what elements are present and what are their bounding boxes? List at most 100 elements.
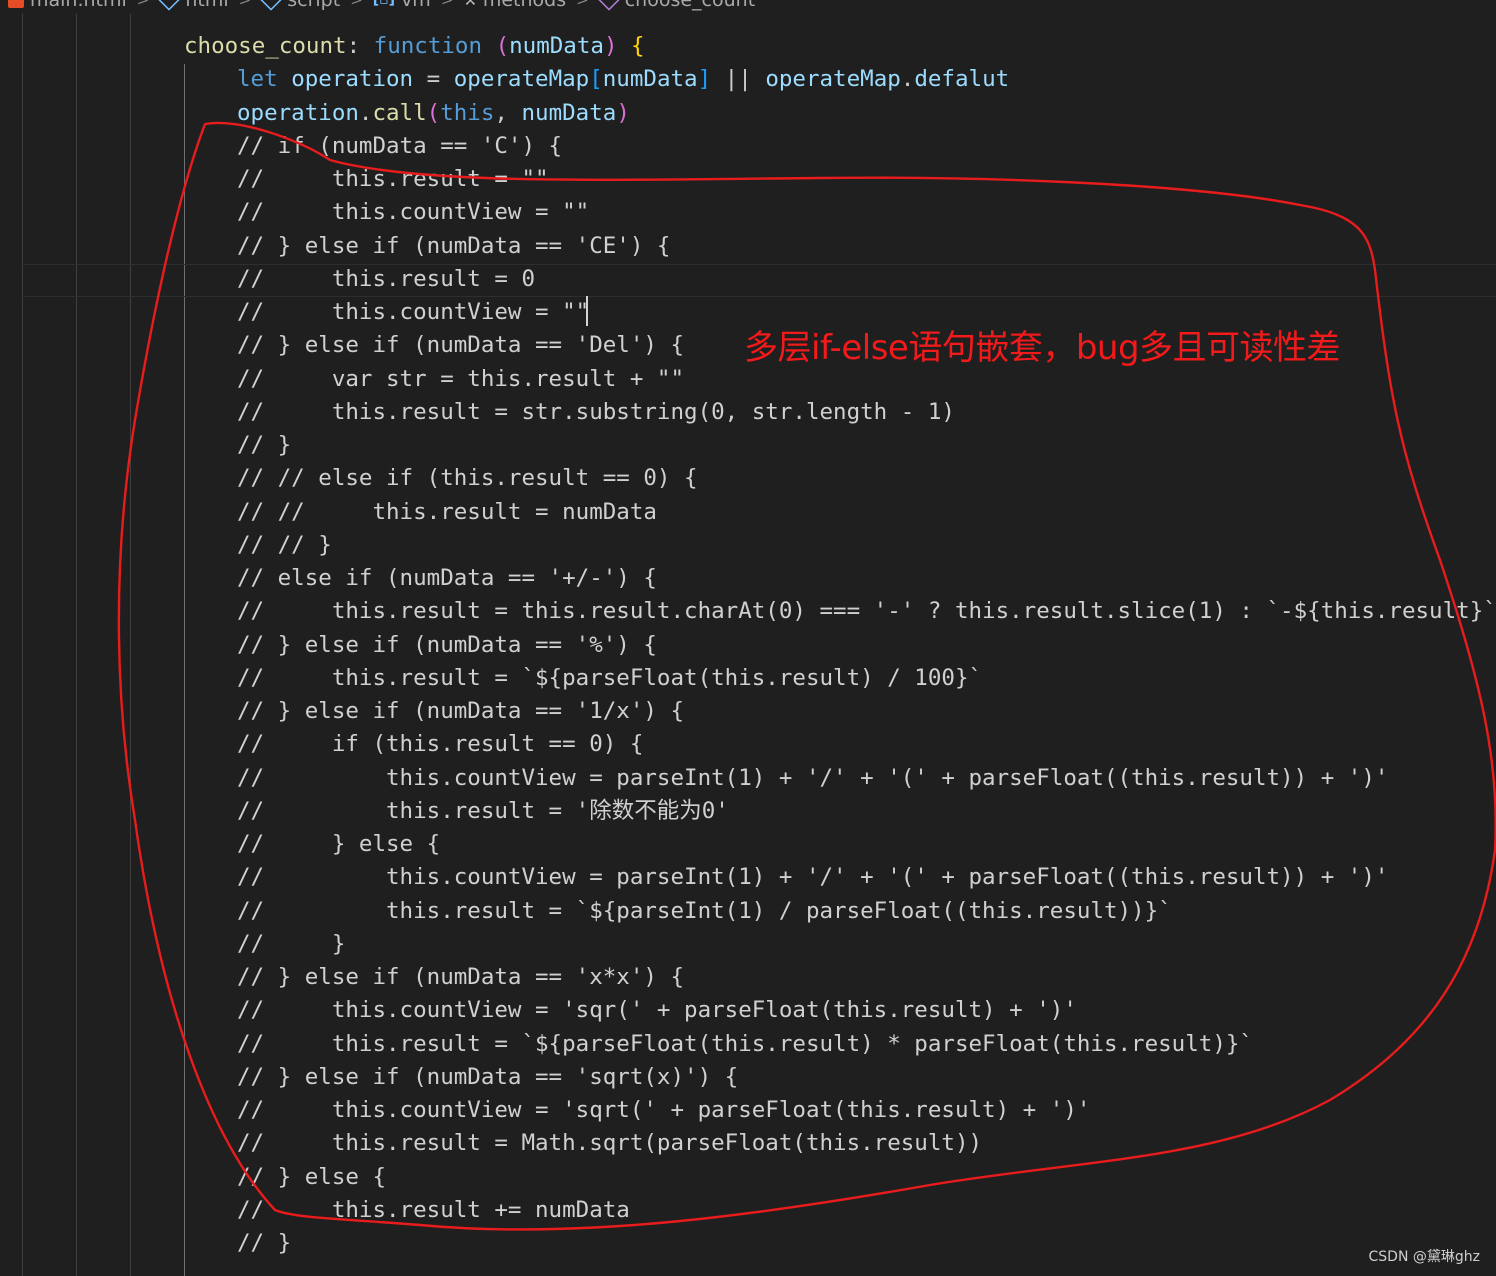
code-line-text: // this.countView = "" xyxy=(237,299,590,325)
code-line-text: // this.countView = 'sqr(' + parseFloat(… xyxy=(237,997,1077,1024)
breadcrumb-item-html[interactable]: html xyxy=(158,0,229,11)
code-line[interactable]: operation.call(this, numData) xyxy=(0,97,1496,130)
code-line-text: // this.result = 0 xyxy=(237,265,536,292)
code-line-text: // } else if (numData == 'Del') { xyxy=(237,332,685,359)
code-line-text: // this.countView = "" xyxy=(237,199,590,226)
code-line-text: // // } xyxy=(237,531,332,558)
editor-window: main.html > html > script > [▫] vm > ⚒ m… xyxy=(0,0,1496,1276)
code-line-text: // else if (numData == '+/-') { xyxy=(237,565,657,591)
code-line-text: operation.call(this, numData) xyxy=(237,99,630,126)
code-line[interactable]: // } xyxy=(0,429,1496,462)
code-line-text: // // else if (this.result == 0) { xyxy=(237,465,698,492)
code-line-text: // // this.result = numData xyxy=(237,498,657,525)
code-line-text: // this.result = this.result.charAt(0) =… xyxy=(237,598,1496,625)
breadcrumb-label: main.html xyxy=(30,0,127,11)
element-icon xyxy=(158,0,180,11)
element-icon xyxy=(260,0,282,11)
watermark: CSDN @黛琳ghz xyxy=(1368,1249,1480,1265)
variable-icon: [▫] xyxy=(372,0,396,8)
code-line-text: // this.result = str.substring(0, str.le… xyxy=(237,398,955,425)
code-line[interactable]: let operation = operateMap[numData] || o… xyxy=(0,63,1496,96)
code-line-text: // this.result += numData xyxy=(237,1196,630,1223)
breadcrumb-item-file[interactable]: main.html xyxy=(8,0,127,11)
code-line-text: // this.countView = 'sqrt(' + parseFloat… xyxy=(237,1097,1091,1123)
code-line[interactable]: // // } xyxy=(0,529,1496,562)
code-line[interactable]: // } else if (numData == '1/x') { xyxy=(0,695,1496,728)
code-line[interactable]: // } else if (numData == '%') { xyxy=(0,629,1496,662)
code-line[interactable]: // this.result = '除数不能为0' xyxy=(0,795,1496,828)
chevron-right-icon: > xyxy=(576,0,589,9)
breadcrumb-item-methods[interactable]: ⚒ methods xyxy=(463,0,566,11)
code-line[interactable]: // this.result += numData xyxy=(0,1194,1496,1227)
code-line[interactable]: // this.countView = "" xyxy=(0,196,1496,229)
breadcrumb-label: choose_count xyxy=(624,0,756,11)
text-cursor xyxy=(586,296,588,326)
code-line-text: // } else if (numData == 'x*x') { xyxy=(237,964,685,990)
code-line-text: // this.countView = parseInt(1) + '/' + … xyxy=(237,864,1389,891)
code-line-text: // this.countView = parseInt(1) + '/' + … xyxy=(237,764,1389,791)
code-line-text: // } xyxy=(237,1230,292,1256)
code-line[interactable]: // this.countView = parseInt(1) + '/' + … xyxy=(0,762,1496,795)
code-line[interactable]: // this.countView = 'sqr(' + parseFloat(… xyxy=(0,994,1496,1027)
code-line[interactable]: // if (this.result == 0) { xyxy=(0,728,1496,761)
code-line[interactable]: // } xyxy=(0,1227,1496,1260)
breadcrumb-item-choose-count[interactable]: choose_count xyxy=(598,0,756,11)
code-line-text: // if (numData == 'C') { xyxy=(237,132,563,159)
breadcrumb-label: vm xyxy=(401,0,431,11)
code-line[interactable]: // } xyxy=(0,928,1496,961)
code-line-text: // } else if (numData == '%') { xyxy=(237,631,657,658)
code-line[interactable]: // this.result = Math.sqrt(parseFloat(th… xyxy=(0,1127,1496,1160)
code-line[interactable]: // this.result = str.substring(0, str.le… xyxy=(0,396,1496,429)
code-line-text: // } else if (numData == 'sqrt(x)') { xyxy=(237,1063,739,1090)
code-line[interactable]: // } else if (numData == 'sqrt(x)') { xyxy=(0,1061,1496,1094)
code-line[interactable]: // // this.result = numData xyxy=(0,496,1496,529)
breadcrumb: main.html > html > script > [▫] vm > ⚒ m… xyxy=(0,0,1496,14)
chevron-right-icon: > xyxy=(238,0,252,9)
code-line-text: // } else { xyxy=(237,1163,387,1190)
code-line-text: // this.result = '除数不能为0' xyxy=(237,797,729,824)
chevron-right-icon: > xyxy=(136,0,150,9)
code-line[interactable]: // this.result = `${parseInt(1) / parseF… xyxy=(0,895,1496,928)
code-line[interactable]: // this.result = this.result.charAt(0) =… xyxy=(0,595,1496,628)
code-line-text: // if (this.result == 0) { xyxy=(237,731,644,758)
code-line[interactable]: // this.result = 0 xyxy=(0,263,1496,296)
code-line[interactable]: // this.result = "" xyxy=(0,163,1496,196)
code-line-text: // this.result = `${parseInt(1) / parseF… xyxy=(237,897,1172,924)
code-line[interactable]: choose_count: function (numData) { xyxy=(0,30,1496,63)
code-line[interactable]: // this.countView = parseInt(1) + '/' + … xyxy=(0,861,1496,894)
method-icon xyxy=(598,0,620,11)
code-line-text: // } xyxy=(237,432,292,458)
code-line-text: // this.result = "" xyxy=(237,166,549,192)
code-line[interactable]: // this.countView = 'sqrt(' + parseFloat… xyxy=(0,1094,1496,1127)
code-line-text: // } else if (numData == 'CE') { xyxy=(237,232,671,259)
code-editor[interactable]: choose_count: function (numData) { let op… xyxy=(0,30,1496,1260)
code-line-text: // var str = this.result + "" xyxy=(237,365,685,392)
code-line-text: choose_count: function (numData) { xyxy=(184,33,645,59)
breadcrumb-item-script[interactable]: script xyxy=(260,0,341,11)
code-line-text: // } xyxy=(237,930,346,957)
code-line[interactable]: // this.result = `${parseFloat(this.resu… xyxy=(0,662,1496,695)
code-line[interactable]: // } else if (numData == 'x*x') { xyxy=(0,961,1496,994)
code-line-text: // this.result = Math.sqrt(parseFloat(th… xyxy=(237,1130,983,1157)
code-line-text: // } else if (numData == '1/x') { xyxy=(237,698,685,724)
wrench-icon: ⚒ xyxy=(463,0,477,9)
breadcrumb-label: html xyxy=(185,0,229,11)
code-line[interactable]: // } else { xyxy=(0,828,1496,861)
breadcrumb-label: methods xyxy=(482,0,567,11)
code-line[interactable]: // if (numData == 'C') { xyxy=(0,130,1496,163)
breadcrumb-label: script xyxy=(287,0,341,11)
code-line-text: // } else { xyxy=(237,831,441,857)
code-line[interactable]: // // else if (this.result == 0) { xyxy=(0,462,1496,495)
code-line[interactable]: // this.result = `${parseFloat(this.resu… xyxy=(0,1028,1496,1061)
chevron-right-icon: > xyxy=(440,0,454,9)
chevron-right-icon: > xyxy=(350,0,363,9)
annotation-text: 多层if-else语句嵌套，bug多且可读性差 xyxy=(744,328,1341,368)
code-line[interactable]: // } else if (numData == 'CE') { xyxy=(0,230,1496,263)
breadcrumb-item-vm[interactable]: [▫] vm xyxy=(373,0,431,11)
code-line-text: // this.result = `${parseFloat(this.resu… xyxy=(237,1030,1253,1057)
html5-icon xyxy=(8,0,24,8)
code-line[interactable]: // } else { xyxy=(0,1161,1496,1194)
code-line-text: let operation = operateMap[numData] || o… xyxy=(237,66,1010,93)
code-line-text: // this.result = `${parseFloat(this.resu… xyxy=(237,664,983,691)
code-line[interactable]: // else if (numData == '+/-') { xyxy=(0,562,1496,595)
